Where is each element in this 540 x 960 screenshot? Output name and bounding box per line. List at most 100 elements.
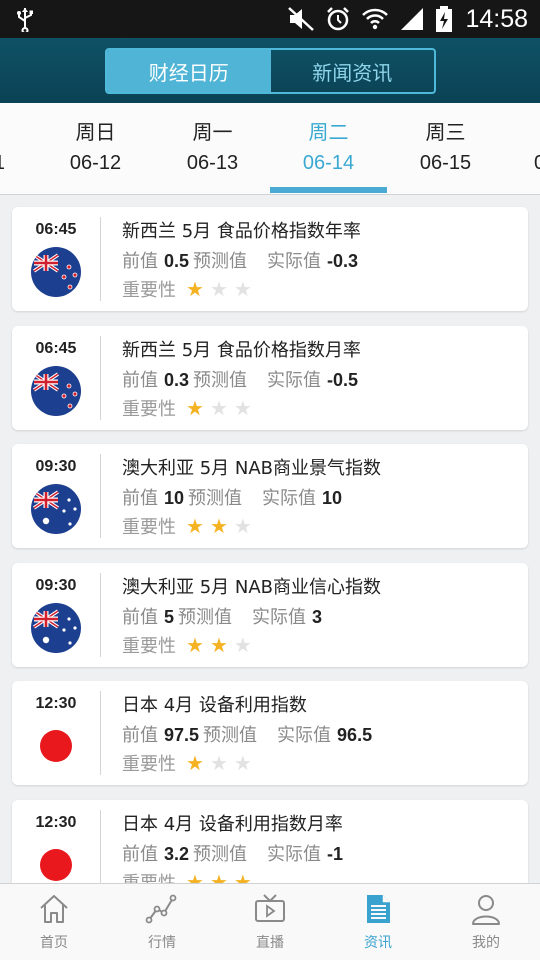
actual-label: 实际值: [267, 369, 322, 391]
event-time: 12:30: [35, 695, 77, 712]
star-empty-icon: ★: [209, 751, 228, 775]
date-tab[interactable]: 0: [520, 117, 540, 179]
event-time: 06:45: [35, 339, 77, 357]
divider: [100, 335, 101, 420]
app-header: 财经日历 新闻资讯: [0, 38, 540, 103]
tab-finance-calendar[interactable]: 财经日历: [107, 50, 271, 92]
date-tab-bar: 1 周日 06-12 周一 06-13 周二 06-14 周三 06-15 0: [0, 103, 540, 195]
previous-label: 前值: [122, 606, 158, 628]
star-empty-icon: ★: [233, 751, 252, 775]
forecast-label: 预测值: [188, 488, 243, 509]
star-filled-icon: ★: [186, 869, 204, 884]
divider: [100, 691, 101, 775]
forecast-label: 预测值: [203, 725, 258, 746]
event-list[interactable]: 06:45 新西兰 5月 食品价格指数年率 前值 0.5 预测值 实际值 -0.3 重要性 ★ ★…: [0, 195, 540, 883]
divider: [100, 809, 101, 883]
weekday-label: 周三: [425, 120, 466, 144]
weekday-label: 周一: [192, 120, 233, 144]
nav-market[interactable]: 行情: [108, 884, 216, 960]
star-filled-icon: ★: [186, 751, 204, 775]
actual-value: 3: [312, 606, 323, 627]
bottom-nav: 首页 行情 直播 资讯 我的: [0, 883, 540, 960]
date-label: 1: [0, 147, 27, 179]
australia-flag-icon: [31, 484, 81, 534]
actual-value: -0.3: [327, 251, 359, 271]
nav-label: 行情: [148, 935, 176, 951]
importance-stars: ★ ★ ★: [186, 279, 252, 299]
star-filled-icon: ★: [209, 514, 228, 538]
star-empty-icon: ★: [209, 277, 228, 301]
chart-icon: [145, 894, 177, 924]
actual-label: 实际值: [252, 606, 307, 628]
actual-value: -1: [327, 843, 344, 864]
previous-value: 0.5: [164, 251, 190, 271]
signal-icon: [401, 8, 424, 30]
actual-value: 10: [322, 488, 343, 508]
event-card[interactable]: 12:30 日本 4月 设备利用指数 前值 97.5 预测值 实际值 96.5 重要性 ★ ★ ★: [12, 681, 528, 785]
japan-flag-icon: [31, 721, 81, 771]
event-values: 前值 0.5 预测值 实际值 -0.3: [122, 247, 362, 273]
event-title: 新西兰 5月 食品价格指数年率: [122, 221, 361, 242]
event-values: 前值 0.3 预测值 实际值 -0.5: [122, 366, 362, 392]
importance-stars: ★ ★ ★: [186, 398, 252, 418]
nav-label: 直播: [256, 935, 284, 951]
date-tab[interactable]: 周日 06-12: [37, 117, 154, 179]
event-title: 澳大利亚 5月 NAB商业信心指数: [122, 576, 382, 598]
event-card[interactable]: 06:45 新西兰 5月 食品价格指数年率 前值 0.5 预测值 实际值 -0.3 重要性 ★ ★…: [12, 207, 528, 311]
nav-live[interactable]: 直播: [216, 884, 324, 960]
divider: [100, 217, 101, 301]
event-card[interactable]: 12:30 日本 4月 设备利用指数月率 前值 3.2 预测值 实际值 -1 重要性 ★ ★ ★: [12, 799, 528, 884]
divider: [100, 572, 101, 657]
date-label: 0: [520, 147, 540, 179]
home-icon: [40, 895, 68, 923]
news-icon: [367, 895, 390, 923]
forecast-label: 预测值: [193, 843, 248, 865]
wifi-icon: [362, 8, 389, 30]
importance-stars: ★ ★ ★: [186, 753, 252, 773]
date-label: 06-15: [419, 152, 472, 174]
star-filled-icon: ★: [186, 514, 204, 538]
previous-value: 0.3: [164, 369, 190, 390]
mute-icon: [288, 7, 315, 31]
importance-stars: ★ ★ ★: [186, 516, 252, 536]
importance-label: 重要性: [122, 398, 176, 420]
importance-label: 重要性: [122, 280, 176, 301]
nav-label: 我的: [472, 935, 500, 951]
importance-label: 重要性: [122, 872, 176, 884]
new-zealand-flag-icon: [31, 365, 81, 416]
weekday-label: 周日: [75, 120, 116, 144]
nav-profile[interactable]: 我的: [432, 884, 540, 960]
event-title: 日本 4月 设备利用指数月率: [122, 813, 343, 835]
weekday-label: 周二: [308, 120, 349, 144]
nav-news[interactable]: 资讯: [324, 884, 432, 960]
date-tab-selected[interactable]: 周二 06-14: [270, 117, 387, 193]
nav-home[interactable]: 首页: [0, 884, 108, 960]
event-title: 澳大利亚 5月 NAB商业景气指数: [122, 458, 382, 479]
previous-label: 前值: [122, 369, 158, 391]
tab-news[interactable]: 新闻资讯: [271, 50, 435, 92]
actual-label: 实际值: [267, 251, 322, 272]
importance-row: 重要性 ★ ★ ★: [122, 395, 252, 421]
date-tab[interactable]: 周一 06-13: [154, 117, 271, 179]
battery-icon: [436, 6, 453, 32]
event-card[interactable]: 09:30 澳大利亚 5月 NAB商业信心指数 前值 5 预测值 实际值 3 重要性 ★ ★ ★: [12, 562, 528, 667]
forecast-label: 预测值: [178, 606, 233, 628]
date-tab[interactable]: 周三 06-15: [387, 117, 504, 179]
star-filled-icon: ★: [209, 632, 228, 657]
event-time: 09:30: [35, 576, 77, 594]
tv-icon: [255, 894, 285, 922]
star-empty-icon: ★: [233, 514, 252, 538]
event-title: 新西兰 5月 食品价格指数月率: [122, 339, 361, 361]
australia-flag-icon: [31, 602, 81, 653]
importance-label: 重要性: [122, 754, 176, 775]
date-tab[interactable]: 1: [0, 117, 27, 179]
segmented-control: 财经日历 新闻资讯: [105, 48, 436, 94]
event-card[interactable]: 06:45 新西兰 5月 食品价格指数月率 前值 0.3 预测值 实际值 -0.5 重要性 ★ ★…: [12, 325, 528, 430]
star-filled-icon: ★: [186, 632, 204, 657]
importance-label: 重要性: [122, 635, 176, 657]
actual-label: 实际值: [262, 488, 317, 509]
event-time: 09:30: [35, 458, 77, 475]
divider: [100, 454, 101, 538]
event-card[interactable]: 09:30 澳大利亚 5月 NAB商业景气指数 前值 10 预测值 实际值 10 重要性 ★ ★ ★: [12, 444, 528, 548]
selected-indicator: [270, 187, 387, 193]
